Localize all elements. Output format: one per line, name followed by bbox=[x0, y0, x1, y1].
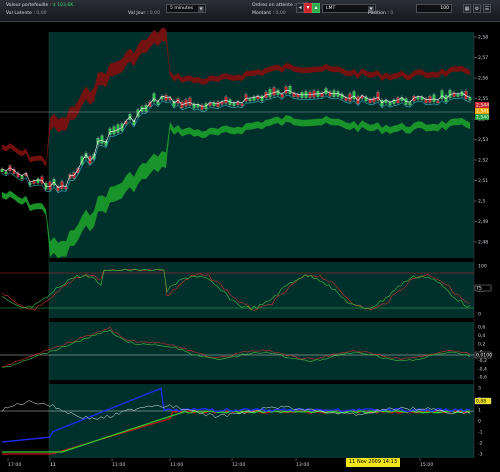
time-tick-label: 11:00 bbox=[112, 462, 125, 468]
osc3-tick-label: 0 bbox=[478, 419, 481, 425]
price-tick-label: 2,49 bbox=[478, 219, 488, 225]
top-toolbar: Valeur portefeuille : $ 103,6K Val Laten… bbox=[0, 0, 500, 22]
candle-body bbox=[448, 90, 452, 98]
time-tick-label: 11 bbox=[50, 462, 56, 468]
osc1-marker: 75 bbox=[476, 286, 482, 292]
candle-body bbox=[4, 171, 8, 175]
position-text: Position : 0 bbox=[368, 11, 394, 16]
candle-body bbox=[436, 100, 440, 103]
candle-body bbox=[220, 102, 224, 105]
price-marker-label: 2,541 bbox=[476, 109, 489, 115]
candle-body bbox=[248, 98, 252, 102]
buy-button[interactable]: ▴ bbox=[312, 3, 320, 13]
candle-body bbox=[288, 85, 292, 94]
cursor-date-label: 11 Nov 2009 14:13 bbox=[346, 458, 401, 467]
candle-body bbox=[152, 93, 156, 102]
candle-body bbox=[116, 124, 120, 133]
settings-icon[interactable]: ⚙ bbox=[473, 4, 481, 13]
price-tick-label: 2,48 bbox=[478, 240, 488, 246]
candle-body bbox=[84, 153, 88, 158]
osc2-tick-label: -0,2 bbox=[478, 358, 487, 364]
candle-body bbox=[216, 101, 220, 108]
candle-body bbox=[20, 175, 24, 179]
portfolio-value-text: Valeur portefeuille : $ 103,6K bbox=[6, 3, 74, 8]
candle-body bbox=[60, 181, 64, 189]
time-tick-label: 11:00 bbox=[170, 462, 183, 468]
osc2-tick-label: 0,6 bbox=[478, 325, 485, 331]
candle-body bbox=[112, 126, 116, 135]
price-tick-label: 2,56 bbox=[478, 76, 488, 82]
candle-body bbox=[432, 94, 436, 102]
osc2-tick-label: -0,4 bbox=[478, 366, 487, 372]
price-tick-label: 2,51 bbox=[478, 178, 488, 184]
osc3-tick-label: -2 bbox=[478, 441, 483, 447]
osc3-tick-label: -1 bbox=[478, 430, 483, 436]
sell-red-button[interactable]: ▾ bbox=[304, 3, 312, 13]
candle-body bbox=[296, 94, 300, 98]
price-tick-label: 2,5 bbox=[478, 199, 485, 205]
trading-chart[interactable]: 2,58 2,57 2,56 2,55 2,54 2,53 2,52 2,51 2,5 2,49 2… bbox=[0, 22, 500, 472]
time-tick-label: 13:00 bbox=[296, 462, 309, 468]
candle-body bbox=[240, 103, 244, 106]
amount-text: Montant : 0,00 bbox=[252, 11, 286, 16]
candle-body bbox=[352, 91, 356, 100]
quantity-field[interactable]: 100 bbox=[416, 4, 452, 13]
candle-body bbox=[32, 180, 36, 184]
chart-canvas[interactable]: 2,582,572,562,552,542,532,522,512,52,492… bbox=[0, 22, 500, 472]
osc2-tick-label: -0,6 bbox=[478, 375, 487, 381]
osc3-tick-label: 3 bbox=[478, 386, 481, 392]
oscillator-panel-3 bbox=[49, 384, 474, 458]
list-icon[interactable]: ☰ bbox=[483, 4, 491, 13]
day-value-text: Val Jour : 0,00 bbox=[128, 11, 161, 16]
price-tick-label: 2,55 bbox=[478, 96, 488, 102]
candle-body bbox=[36, 178, 40, 184]
chevron-down-icon: ▼ bbox=[198, 6, 204, 12]
candle-body bbox=[440, 90, 444, 99]
time-tick-label: 15:00 bbox=[420, 462, 433, 468]
price-tick-label: 2,53 bbox=[478, 137, 488, 143]
candle-body bbox=[156, 101, 160, 105]
candle-body bbox=[416, 97, 420, 100]
sell-button[interactable]: ◂ bbox=[296, 3, 304, 13]
osc2-tick-label: 0,2 bbox=[478, 341, 485, 347]
interval-select[interactable]: 5 minutes ▼ bbox=[166, 4, 206, 13]
candle-body bbox=[408, 102, 412, 106]
candle-body bbox=[164, 95, 168, 101]
osc1-tick-label: 0 bbox=[478, 312, 481, 318]
price-marker-label: 2,540 bbox=[476, 115, 489, 121]
latent-value-text: Val Latente : 0,00 bbox=[6, 11, 47, 16]
previous-session-area bbox=[0, 32, 49, 458]
candle-body bbox=[188, 97, 192, 106]
oscillator-panel-2 bbox=[49, 322, 474, 380]
grid-icon[interactable]: ▦ bbox=[463, 4, 471, 13]
time-tick-label: 12:00 bbox=[232, 462, 245, 468]
osc2-marker: 0,0100 bbox=[476, 353, 492, 359]
osc3-tick-label: 1 bbox=[478, 408, 481, 414]
candle-body bbox=[260, 95, 264, 101]
candle-body bbox=[268, 89, 272, 98]
candle-body bbox=[272, 87, 276, 96]
candle-body bbox=[344, 97, 348, 101]
osc2-tick-label: 0,4 bbox=[478, 333, 485, 339]
candle-body bbox=[100, 135, 104, 144]
price-tick-label: 2,52 bbox=[478, 158, 488, 164]
candle-body bbox=[232, 103, 236, 106]
price-tick-label: 2,57 bbox=[478, 55, 488, 61]
candle-body bbox=[388, 102, 392, 106]
candle-body bbox=[456, 94, 460, 97]
time-tick-label: 17:00 bbox=[8, 462, 21, 468]
candle-body bbox=[376, 92, 380, 101]
osc3-marker: 0,88 bbox=[476, 399, 486, 405]
candle-body bbox=[468, 97, 472, 101]
price-marker-label: 2,544 bbox=[476, 103, 489, 109]
osc1-tick-label: 100 bbox=[478, 264, 487, 270]
osc3-tick-label: -3 bbox=[478, 452, 483, 458]
price-markers: 2,5442,5412,540 bbox=[475, 102, 489, 121]
price-tick-label: 2,58 bbox=[478, 35, 488, 41]
